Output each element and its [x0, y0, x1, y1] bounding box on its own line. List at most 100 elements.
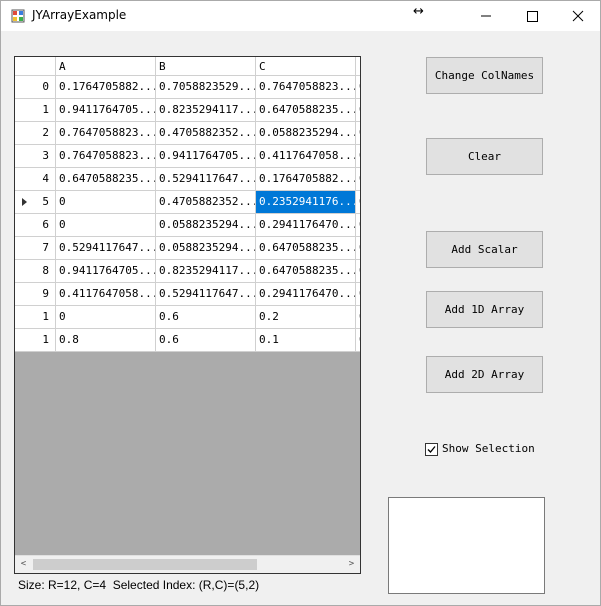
- current-row-indicator-icon: [22, 198, 27, 206]
- table-cell[interactable]: 0.5294117647...: [56, 237, 156, 260]
- checkbox-box[interactable]: [425, 443, 438, 456]
- minimize-icon: [481, 15, 491, 17]
- table-cell[interactable]: 0.9411764705...: [56, 99, 156, 122]
- table-row[interactable]: 1 0.9411764705... 0.8235294117... 0.6470588…: [15, 99, 360, 122]
- table-cell[interactable]: 0: [356, 168, 360, 191]
- change-colnames-button[interactable]: Change ColNames: [426, 57, 543, 94]
- scroll-right-icon[interactable]: >: [343, 556, 360, 573]
- close-button[interactable]: [555, 1, 600, 31]
- table-row[interactable]: 600.0588235294...0.2941176470...0: [15, 214, 360, 237]
- table-cell[interactable]: 0.2941176470...: [256, 214, 356, 237]
- table-cell[interactable]: 0.7647058823...: [56, 145, 156, 168]
- maximize-button[interactable]: [509, 1, 555, 31]
- add-1d-array-button[interactable]: Add 1D Array: [426, 291, 543, 328]
- table-row[interactable]: 2 0.7647058823... 0.4705882352... 0.0588235…: [15, 122, 360, 145]
- table-cell[interactable]: 0.7647058823...: [256, 76, 356, 99]
- clear-button[interactable]: Clear: [426, 138, 543, 175]
- table-cell[interactable]: 0.4705882352...: [156, 122, 256, 145]
- table-cell[interactable]: 0: [56, 191, 156, 214]
- table-cell[interactable]: 0.6: [156, 306, 256, 329]
- table-cell[interactable]: 0.6470588235...: [56, 168, 156, 191]
- minimize-button[interactable]: [463, 1, 509, 31]
- table-row[interactable]: 3 0.7647058823... 0.9411764705... 0.4117647…: [15, 145, 360, 168]
- row-header[interactable]: 0: [15, 76, 56, 99]
- table-cell[interactable]: 0.2: [256, 306, 356, 329]
- table-cell[interactable]: 0.7058823529...: [156, 76, 256, 99]
- table-cell[interactable]: 0.2941176470...: [256, 283, 356, 306]
- table-cell[interactable]: 0.9411764705...: [56, 260, 156, 283]
- table-cell[interactable]: 0.4117647058...: [56, 283, 156, 306]
- table-cell[interactable]: 0.6470588235...: [256, 260, 356, 283]
- table-cell[interactable]: 0.0588235294...: [156, 214, 256, 237]
- table-row[interactable]: 4 0.6470588235... 0.5294117647... 0.1764705…: [15, 168, 360, 191]
- table-cell[interactable]: 0.1764705882...: [56, 76, 156, 99]
- output-textbox[interactable]: [388, 497, 545, 594]
- table-row[interactable]: 100.60.20: [15, 306, 360, 329]
- table-cell[interactable]: 0: [56, 306, 156, 329]
- table-cell[interactable]: 0: [356, 191, 360, 214]
- table-cell[interactable]: 0: [356, 306, 360, 329]
- table-row[interactable]: 500.4705882352...0.2352941176...0: [15, 191, 360, 214]
- table-cell[interactable]: 0.4705882352...: [156, 191, 256, 214]
- window-title: JYArrayExample: [32, 8, 127, 22]
- row-header[interactable]: 2: [15, 122, 56, 145]
- table-row[interactable]: 0 0.1764705882... 0.7058823529... 0.7647058…: [15, 76, 360, 99]
- row-header[interactable]: 4: [15, 168, 56, 191]
- scrollbar-thumb[interactable]: [33, 559, 257, 570]
- table-cell[interactable]: 0.5294117647...: [156, 283, 256, 306]
- table-cell[interactable]: 0.1: [256, 329, 356, 352]
- table-cell[interactable]: 0.8235294117...: [156, 260, 256, 283]
- table-cell[interactable]: 0.1764705882...: [256, 168, 356, 191]
- resize-cursor-icon: ↔: [413, 4, 424, 19]
- column-header-b[interactable]: B: [156, 57, 256, 76]
- table-cell[interactable]: 0: [56, 214, 156, 237]
- row-header[interactable]: 3: [15, 145, 56, 168]
- table-cell[interactable]: 0.6470588235...: [256, 99, 356, 122]
- row-header[interactable]: 1: [15, 99, 56, 122]
- maximize-icon: [527, 11, 538, 22]
- table-cell[interactable]: 0.8: [56, 329, 156, 352]
- table-row[interactable]: 10.80.60.10: [15, 329, 360, 352]
- column-header-c[interactable]: C: [256, 57, 356, 76]
- row-header[interactable]: 7: [15, 237, 56, 260]
- add-2d-array-button[interactable]: Add 2D Array: [426, 356, 543, 393]
- table-cell[interactable]: 0.6: [156, 329, 256, 352]
- column-header-a[interactable]: A: [56, 57, 156, 76]
- show-selection-label: Show Selection: [442, 442, 535, 455]
- table-cell[interactable]: 0.2352941176...: [256, 191, 356, 214]
- grid-corner-header[interactable]: [15, 57, 56, 76]
- title-bar[interactable]: JYArrayExample ↔: [1, 1, 600, 31]
- table-cell[interactable]: 0: [356, 76, 360, 99]
- table-cell[interactable]: 0: [356, 329, 360, 352]
- row-header[interactable]: 8: [15, 260, 56, 283]
- main-window: JYArrayExample ↔ A B C 0 0.1764705882...…: [0, 0, 601, 606]
- table-cell[interactable]: 0.8235294117...: [156, 99, 256, 122]
- row-header[interactable]: 1: [15, 306, 56, 329]
- table-row[interactable]: 9 0.4117647058... 0.5294117647... 0.2941176…: [15, 283, 360, 306]
- table-cell[interactable]: 0: [356, 283, 360, 306]
- table-cell[interactable]: 0: [356, 99, 360, 122]
- table-cell[interactable]: 0.5294117647...: [156, 168, 256, 191]
- table-row[interactable]: 7 0.5294117647... 0.0588235294... 0.6470588…: [15, 237, 360, 260]
- table-cell[interactable]: 0.0588235294...: [156, 237, 256, 260]
- table-cell[interactable]: 0: [356, 214, 360, 237]
- horizontal-scrollbar[interactable]: < >: [15, 555, 360, 573]
- column-header-d[interactable]: [356, 57, 360, 76]
- table-cell[interactable]: 0.6470588235...: [256, 237, 356, 260]
- table-cell[interactable]: 0.9411764705...: [156, 145, 256, 168]
- row-header[interactable]: 9: [15, 283, 56, 306]
- table-cell[interactable]: 0.0588235294...: [256, 122, 356, 145]
- row-header[interactable]: 6: [15, 214, 56, 237]
- table-cell[interactable]: 0: [356, 122, 360, 145]
- scroll-left-icon[interactable]: <: [15, 556, 32, 573]
- table-cell[interactable]: 0: [356, 237, 360, 260]
- data-grid[interactable]: A B C 0 0.1764705882... 0.7058823529... 0.7…: [14, 56, 361, 574]
- row-header[interactable]: 5: [15, 191, 56, 214]
- table-cell[interactable]: 0.7647058823...: [56, 122, 156, 145]
- table-cell[interactable]: 0.4117647058...: [256, 145, 356, 168]
- table-cell[interactable]: 0: [356, 260, 360, 283]
- table-cell[interactable]: 0: [356, 145, 360, 168]
- row-header[interactable]: 1: [15, 329, 56, 352]
- table-row[interactable]: 8 0.9411764705... 0.8235294117... 0.6470588…: [15, 260, 360, 283]
- add-scalar-button[interactable]: Add Scalar: [426, 231, 543, 268]
